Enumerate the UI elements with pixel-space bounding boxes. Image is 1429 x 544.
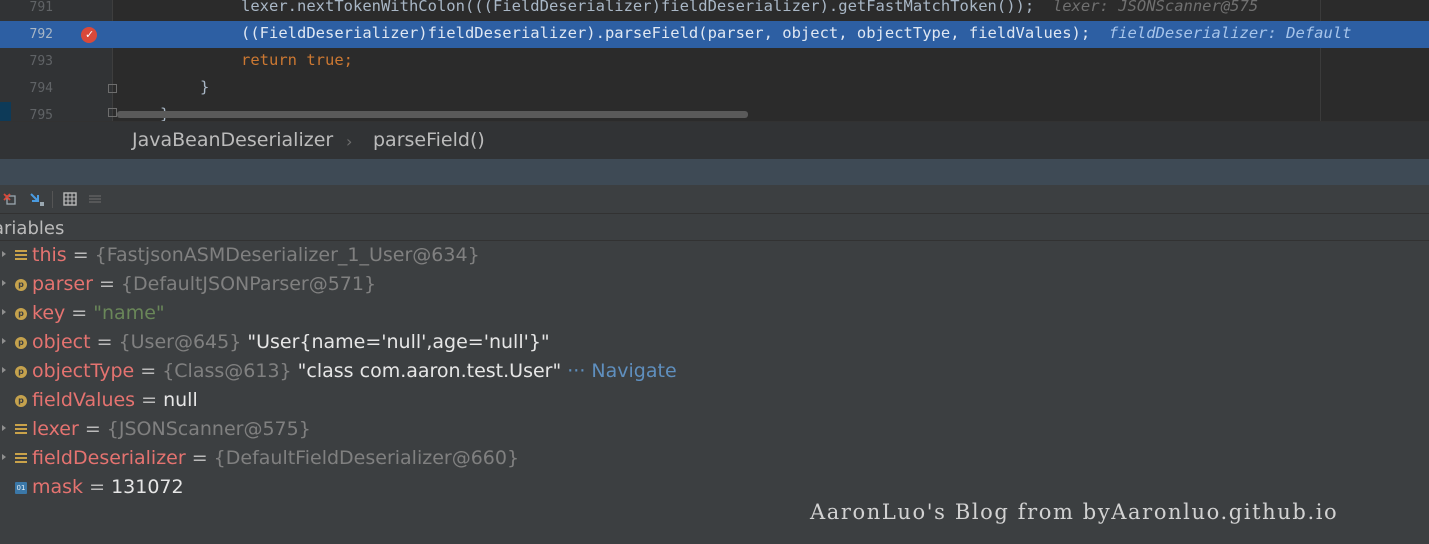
field-icon xyxy=(15,250,27,261)
equals-sign: = xyxy=(92,273,121,295)
expand-arrow-icon[interactable] xyxy=(2,338,6,344)
more-dots[interactable]: ··· xyxy=(561,360,591,382)
variables-title: ariables xyxy=(0,218,65,239)
expand-arrow-icon[interactable] xyxy=(2,309,6,315)
variable-value: 131072 xyxy=(111,476,184,498)
equals-sign: = xyxy=(90,331,119,353)
breadcrumb-method[interactable]: parseField() xyxy=(373,129,485,151)
parameter-icon: p xyxy=(15,337,27,349)
breadcrumb: JavaBeanDeserializer › parseField() xyxy=(0,121,1429,159)
line-number: 792 xyxy=(29,27,53,42)
variable-ref: {DefaultJSONParser@571} xyxy=(120,273,377,295)
table-view-icon[interactable] xyxy=(62,191,78,207)
code-line-current[interactable]: 792 ((FieldDeserializer)fieldDeserialize… xyxy=(0,21,1429,48)
variable-name: lexer xyxy=(32,418,79,440)
code-text: lexer.nextTokenWithColon(((FieldDeserial… xyxy=(241,0,1035,15)
checkmark-icon: ✓ xyxy=(85,28,95,41)
line-number: 793 xyxy=(29,54,53,69)
parameter-icon: p xyxy=(15,366,27,378)
variable-name: object xyxy=(32,331,91,353)
fold-icon[interactable] xyxy=(108,84,117,93)
parameter-icon: p xyxy=(15,395,27,407)
variable-ref: {Class@613} xyxy=(162,360,292,382)
toolbar-divider xyxy=(52,191,53,208)
debug-panel-header xyxy=(0,159,1429,185)
variables-panel: ariables this = {FastjsonASMDeserializer… xyxy=(0,214,1429,544)
fold-icon[interactable] xyxy=(108,108,117,117)
expand-arrow-icon[interactable] xyxy=(2,251,6,257)
line-number: 794 xyxy=(29,81,53,96)
field-icon xyxy=(15,453,27,464)
breadcrumb-class[interactable]: JavaBeanDeserializer xyxy=(132,129,333,151)
variable-name: fieldValues xyxy=(32,389,136,411)
equal-columns-icon[interactable] xyxy=(87,191,103,207)
equals-sign: = xyxy=(65,302,94,324)
keyword-text: return true xyxy=(241,51,344,69)
parameter-icon: p xyxy=(15,279,27,291)
navigate-link[interactable]: Navigate xyxy=(591,360,676,382)
equals-sign: = xyxy=(66,244,95,266)
expand-arrow-icon[interactable] xyxy=(2,367,6,373)
code-line[interactable]: 791 lexer.nextTokenWithColon(((FieldDese… xyxy=(0,0,1429,21)
expand-arrow-icon[interactable] xyxy=(2,280,6,286)
field-icon xyxy=(15,424,27,435)
variable-name: key xyxy=(32,302,66,324)
semicolon: ; xyxy=(343,51,353,69)
variable-value: "class com.aaron.test.User" xyxy=(291,360,562,382)
variable-value: null xyxy=(163,389,198,411)
variable-ref: {FastjsonASMDeserializer_1_User@634} xyxy=(94,244,480,266)
horizontal-scrollbar[interactable] xyxy=(117,111,748,118)
line-number: 795 xyxy=(29,108,53,121)
code-text: ((FieldDeserializer)fieldDeserializer).p… xyxy=(241,24,1091,42)
variable-name: fieldDeserializer xyxy=(32,447,186,469)
equals-sign: = xyxy=(185,447,214,469)
variable-name: parser xyxy=(32,273,93,295)
expand-arrow-icon[interactable] xyxy=(2,454,6,460)
primitive-icon: 01 xyxy=(15,482,27,494)
blog-watermark: AaronLuo's Blog from byAaronluo.github.i… xyxy=(810,500,1339,524)
variable-string-value: "name" xyxy=(93,302,165,324)
equals-sign: = xyxy=(83,476,112,498)
variable-name: objectType xyxy=(32,360,135,382)
variable-ref: {DefaultFieldDeserializer@660} xyxy=(213,447,520,469)
debug-toolbar xyxy=(0,185,1429,214)
equals-sign: = xyxy=(134,360,163,382)
variables-divider xyxy=(0,240,1429,241)
restore-layout-icon[interactable] xyxy=(1,191,17,207)
code-text: } xyxy=(200,78,210,96)
code-line[interactable]: 793 return true; xyxy=(0,48,1429,75)
breakpoint-icon[interactable]: ✓ xyxy=(81,27,97,43)
variable-name: this xyxy=(32,244,67,266)
variable-name: mask xyxy=(32,476,84,498)
parameter-icon: p xyxy=(15,308,27,320)
variable-ref: {JSONScanner@575} xyxy=(106,418,311,440)
line-number: 791 xyxy=(29,0,53,15)
equals-sign: = xyxy=(78,418,107,440)
variable-ref: {User@645} xyxy=(118,331,242,353)
inline-debug-hint: lexer: JSONScanner@575 xyxy=(1052,0,1259,15)
variable-value: "User{name='null',age='null'}" xyxy=(241,331,550,353)
breadcrumb-separator: › xyxy=(346,132,353,151)
equals-sign: = xyxy=(135,389,164,411)
inline-debug-hint: fieldDeserializer: Default xyxy=(1108,24,1352,42)
expand-arrow-icon[interactable] xyxy=(2,425,6,431)
code-editor[interactable]: 791 lexer.nextTokenWithColon(((FieldDese… xyxy=(0,0,1429,121)
code-line[interactable]: 794 } xyxy=(0,75,1429,102)
step-arrow-icon[interactable] xyxy=(29,191,45,207)
